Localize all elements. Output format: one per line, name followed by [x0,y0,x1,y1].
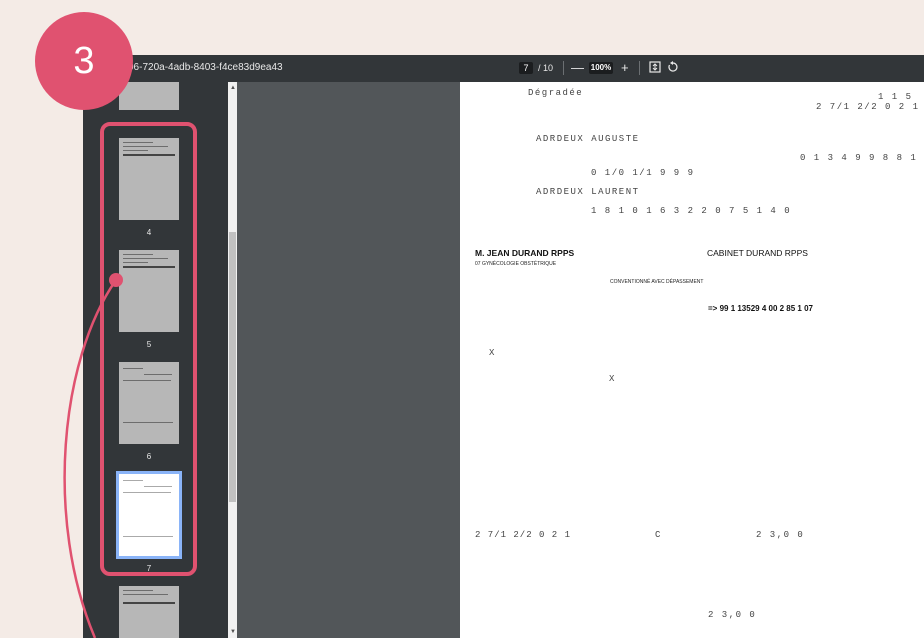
connector-dot [109,273,123,287]
connector-line [63,279,118,638]
